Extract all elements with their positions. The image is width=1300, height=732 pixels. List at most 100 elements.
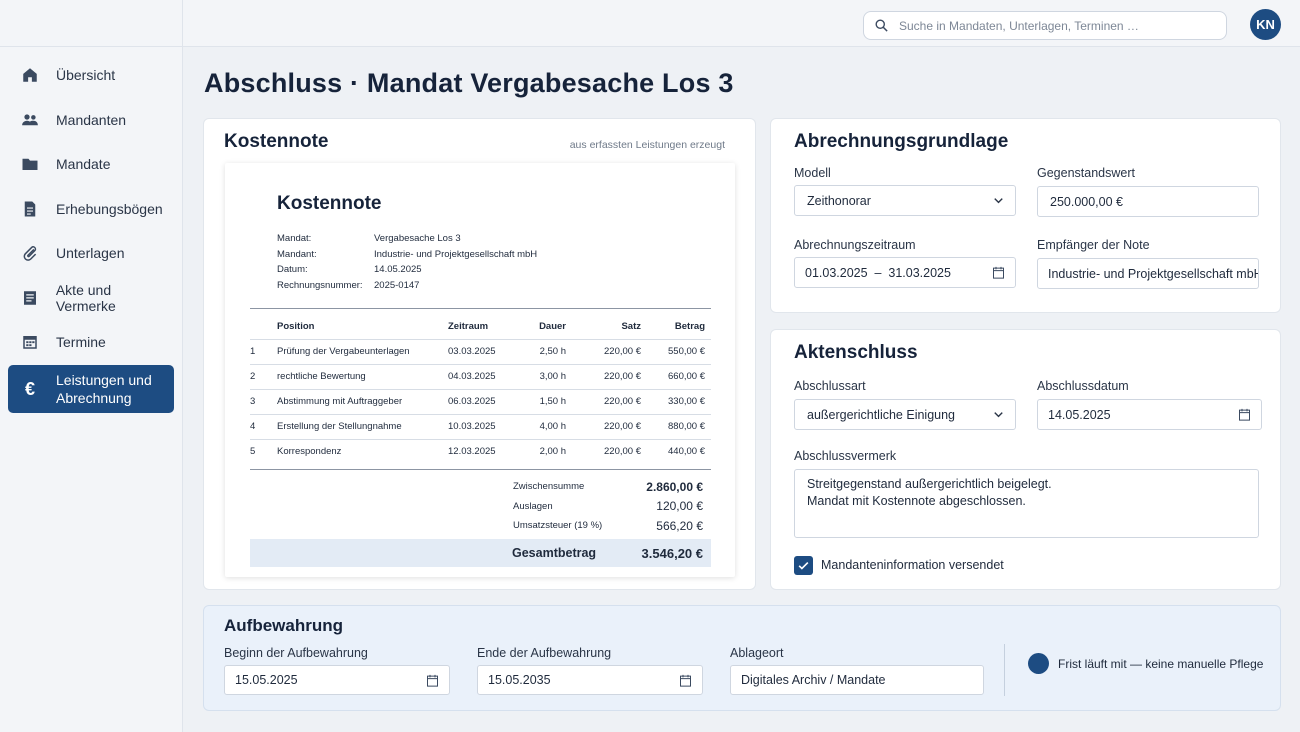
meta-row: Mandant: Industrie- und Projektgesellscha… <box>277 249 537 265</box>
sidebar-item-uebersicht[interactable]: Übersicht <box>8 53 174 97</box>
status-dot <box>1028 653 1049 674</box>
people-icon <box>20 110 40 130</box>
table-row: 1 Prüfung der Vergabeunterlagen 03.03.20… <box>250 338 711 364</box>
cell-position: Erstellung der Stellungnahme <box>277 413 448 439</box>
mandanteninformation-checkbox[interactable] <box>794 556 813 575</box>
aktenschluss-heading: Aktenschluss <box>794 342 918 363</box>
cell-no: 1 <box>250 338 277 364</box>
column-header-betrag: Betrag <box>674 321 705 333</box>
beginn-value: 15.05.2025 <box>235 673 298 687</box>
total-label: Gesamtbetrag <box>512 546 597 560</box>
table-header-row: Position Zeitraum Dauer Satz Betrag <box>250 315 711 339</box>
abrechnungsgrundlage-card: Abrechnungsgrundlage Modell Zeithonorar … <box>770 118 1281 313</box>
cell-no: 3 <box>250 388 277 414</box>
sum-label: Auslagen <box>513 500 553 512</box>
empfaenger-value: Industrie- und Projektgesellschaft mbH <box>1048 266 1259 281</box>
page-title: Abschluss · Mandat Vergabesache Los 3 <box>204 68 734 98</box>
cell-dauer: 3,00 h <box>516 363 566 389</box>
beginn-field[interactable]: 15.05.2025 <box>224 665 450 695</box>
abschlussvermerk-textarea[interactable]: Streitgegenstand außergerichtlich beigel… <box>794 469 1259 538</box>
cell-position: Abstimmung mit Auftraggeber <box>277 388 448 414</box>
column-header-zeitraum: Zeitraum <box>448 321 489 333</box>
sidebar-item-termine[interactable]: Termine <box>8 320 174 364</box>
ablageort-field[interactable]: Digitales Archiv / Mandate <box>730 665 984 695</box>
meta-value: Industrie- und Projektgesellschaft mbH <box>374 248 538 260</box>
gegenstandswert-field[interactable]: 250.000,00 € <box>1037 186 1259 217</box>
sidebar-item-leistungen[interactable]: € Leistungen und Abrechnung <box>8 364 174 413</box>
abschlussart-select[interactable]: außergerichtliche Einigung <box>794 399 1016 430</box>
cell-zeitraum: 03.03.2025 <box>448 338 516 364</box>
cell-no: 5 <box>250 438 277 464</box>
cell-betrag: 550,00 € <box>641 338 711 364</box>
document-icon <box>20 199 40 219</box>
abschlussdatum-field[interactable]: 14.05.2025 <box>1037 399 1262 430</box>
ablageort-label: Ablageort <box>730 646 784 660</box>
gegenstandswert-label: Gegenstandswert <box>1037 166 1135 180</box>
search-placeholder: Suche in Mandaten, Unterlagen, Terminen … <box>899 18 1139 33</box>
meta-value: Vergabesache Los 3 <box>374 233 461 244</box>
kostennote-card: Kostennote aus erfassten Leistungen erze… <box>203 118 756 590</box>
topbar: Suche in Mandaten, Unterlagen, Terminen … <box>183 0 1300 47</box>
calendar-icon[interactable] <box>991 265 1006 280</box>
sidebar-item-unterlagen[interactable]: Unterlagen <box>8 231 174 275</box>
vermerk-line: Mandat mit Kostennote abgeschlossen. <box>807 494 1026 508</box>
column-header-position: Position <box>277 321 315 333</box>
sidebar-item-label: Akte und Vermerke <box>55 281 116 314</box>
sidebar-item-label: Leistungen und Abrechnung <box>56 371 152 406</box>
calendar-icon[interactable] <box>1237 407 1252 422</box>
meta-row: Datum: 14.05.2025 <box>277 264 537 280</box>
cell-satz: 220,00 € <box>566 363 641 389</box>
sum-label: Umsatzsteuer (19 %) <box>513 520 603 532</box>
column-header-no <box>250 315 277 339</box>
abrechnungsgrundlage-heading: Abrechnungsgrundlage <box>794 131 1009 152</box>
sidebar-item-mandate[interactable]: Mandate <box>8 142 174 186</box>
avatar[interactable]: KN <box>1250 9 1281 40</box>
sum-row: Zwischensumme 2.860,00 € <box>513 477 703 497</box>
cell-zeitraum: 12.03.2025 <box>448 438 516 464</box>
aktenschluss-card: Aktenschluss Abschlussart außergerichtli… <box>770 329 1281 590</box>
sidebar-item-akte[interactable]: Akte und Vermerke <box>8 276 174 320</box>
gegenstandswert-value: 250.000,00 € <box>1050 194 1123 209</box>
divider <box>1004 644 1005 696</box>
kostennote-document[interactable]: Kostennote Mandat: Vergabesache Los 3 Man… <box>225 163 735 577</box>
calendar-icon[interactable] <box>425 673 440 688</box>
meta-value: 2025-0147 <box>374 279 420 291</box>
divider <box>250 469 711 470</box>
empfaenger-field[interactable]: Industrie- und Projektgesellschaft mbH <box>1037 258 1259 289</box>
modell-label: Modell <box>794 166 831 180</box>
chevron-down-icon <box>994 198 1003 204</box>
meta-row: Mandat: Vergabesache Los 3 <box>277 233 537 249</box>
ende-field[interactable]: 15.05.2035 <box>477 665 703 695</box>
cell-position: Prüfung der Vergabeunterlagen <box>277 338 448 364</box>
cell-satz: 220,00 € <box>566 338 641 364</box>
cell-dauer: 2,00 h <box>516 438 566 464</box>
search-input[interactable]: Suche in Mandaten, Unterlagen, Terminen … <box>863 11 1227 40</box>
sum-value: 566,20 € <box>656 518 703 533</box>
modell-select[interactable]: Zeithonorar <box>794 185 1016 216</box>
abschlussdatum-label: Abschlussdatum <box>1037 379 1129 393</box>
cell-zeitraum: 10.03.2025 <box>448 413 516 439</box>
sidebar-header <box>0 0 182 47</box>
calendar-icon[interactable] <box>678 673 693 688</box>
meta-key: Rechnungsnummer: <box>277 279 363 291</box>
modell-value: Zeithonorar <box>807 193 871 208</box>
empfaenger-label: Empfänger der Note <box>1037 238 1150 252</box>
sum-row: Umsatzsteuer (19 %) 566,20 € <box>513 516 703 536</box>
sidebar-item-mandanten[interactable]: Mandanten <box>8 98 174 142</box>
mandanteninformation-label: Mandanteninformation versendet <box>821 558 1004 572</box>
document-title: Kostennote <box>277 193 382 214</box>
sidebar-item-label: Mandate <box>56 156 111 172</box>
paperclip-icon <box>20 243 40 263</box>
meta-value: 14.05.2025 <box>374 264 422 275</box>
cell-zeitraum: 06.03.2025 <box>448 388 516 414</box>
sidebar-item-erhebungsboegen[interactable]: Erhebungsbögen <box>8 187 174 231</box>
abrechnungszeitraum-field[interactable]: 01.03.2025 – 31.03.2025 <box>794 257 1016 288</box>
table-row: 3 Abstimmung mit Auftraggeber 06.03.2025… <box>250 388 711 414</box>
abrechnungszeitraum-label: Abrechnungszeitraum <box>794 238 916 252</box>
sum-label: Zwischensumme <box>513 481 585 493</box>
sidebar-item-label: Termine <box>56 334 106 350</box>
positions-table: Position Zeitraum Dauer Satz Betrag 1 Pr… <box>250 315 711 464</box>
frist-status-label: Frist läuft mit — keine manuelle Pflege <box>1058 657 1264 671</box>
cell-position: Korrespondenz <box>277 438 448 464</box>
cell-position: rechtliche Bewertung <box>277 363 448 389</box>
